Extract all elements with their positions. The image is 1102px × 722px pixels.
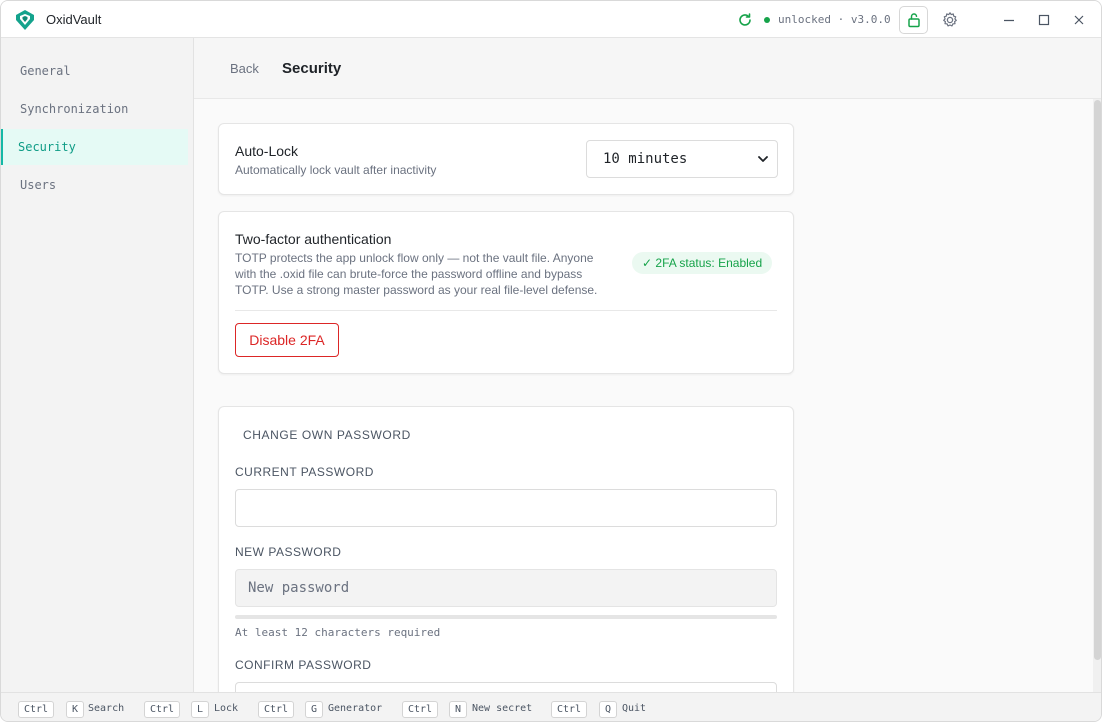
app-title: OxidVault: [46, 12, 102, 27]
shortcut-key: L: [191, 701, 210, 718]
shortcut-bar: Ctrl K Search Ctrl L Lock Ctrl G Generat…: [1, 692, 1101, 721]
settings-sidebar: General Synchronization Security Users: [1, 38, 194, 692]
new-password-label: NEW PASSWORD: [235, 545, 342, 559]
shortcut-key: G: [305, 701, 324, 718]
change-password-card: CHANGE OWN PASSWORD CURRENT PASSWORD NEW…: [218, 406, 794, 692]
gear-icon[interactable]: [941, 11, 959, 29]
refresh-icon[interactable]: [737, 12, 753, 28]
page-header: Back Security: [194, 38, 1101, 99]
shortcut-label-lock: Lock: [214, 703, 239, 714]
current-password-label: CURRENT PASSWORD: [235, 465, 374, 479]
twofa-description: TOTP protects the app unlock flow only —…: [235, 251, 598, 297]
close-icon[interactable]: [1072, 13, 1086, 27]
back-button[interactable]: Back: [230, 61, 259, 76]
sidebar-item-security[interactable]: Security: [1, 129, 188, 165]
shortcut-key: N: [449, 701, 468, 718]
vault-status: unlocked · v3.0.0: [778, 13, 891, 26]
new-password-input[interactable]: [235, 569, 777, 607]
shortcut-label-search: Search: [88, 703, 125, 714]
change-password-heading: CHANGE OWN PASSWORD: [243, 428, 411, 442]
lock-vault-button[interactable]: [899, 6, 928, 34]
shortcut-key: Ctrl: [18, 701, 55, 718]
twofa-title: Two-factor authentication: [235, 231, 392, 247]
autolock-subtitle: Automatically lock vault after inactivit…: [235, 163, 437, 177]
minimize-icon[interactable]: [1002, 13, 1016, 27]
autolock-selected-value: 10 minutes: [603, 151, 688, 167]
title-bar: OxidVault unlocked · v3.0.0: [1, 1, 1101, 38]
current-password-input[interactable]: [235, 489, 777, 527]
shortcut-label-new-secret: New secret: [472, 703, 533, 714]
password-strength-bar: [235, 615, 777, 619]
status-dot-icon: [764, 17, 770, 23]
sidebar-item-general[interactable]: General: [1, 53, 188, 89]
app-window: OxidVault unlocked · v3.0.0 General Sync…: [0, 0, 1102, 722]
shortcut-key: Q: [599, 701, 618, 718]
shortcut-key: Ctrl: [402, 701, 439, 718]
shortcut-key: Ctrl: [258, 701, 295, 718]
sidebar-item-users[interactable]: Users: [1, 167, 188, 203]
shortcut-label-generator: Generator: [328, 703, 383, 714]
password-hint: At least 12 characters required: [235, 626, 441, 639]
scrollbar-thumb[interactable]: [1094, 100, 1101, 660]
twofa-status-badge: ✓ 2FA status: Enabled: [632, 252, 773, 274]
disable-2fa-button[interactable]: Disable 2FA: [235, 323, 339, 357]
shortcut-key: Ctrl: [144, 701, 181, 718]
shortcut-key: K: [66, 701, 85, 718]
main-content: Back Security Auto-Lock Automatically lo…: [194, 38, 1101, 692]
autolock-title: Auto-Lock: [235, 143, 299, 159]
maximize-icon[interactable]: [1037, 13, 1051, 27]
chevron-down-icon: [758, 156, 768, 162]
unlock-icon: [907, 13, 920, 28]
autolock-select[interactable]: 10 minutes: [586, 140, 778, 178]
sidebar-item-synchronization[interactable]: Synchronization: [1, 91, 188, 127]
confirm-password-input[interactable]: [235, 682, 777, 692]
shortcut-key: Ctrl: [551, 701, 588, 718]
card-divider: [235, 310, 777, 311]
oxidvault-logo-icon: [16, 10, 34, 30]
twofa-card: Two-factor authentication TOTP protects …: [218, 211, 794, 374]
confirm-password-label: CONFIRM PASSWORD: [235, 658, 372, 672]
page-title: Security: [282, 60, 342, 77]
autolock-card: Auto-Lock Automatically lock vault after…: [218, 123, 794, 195]
shortcut-label-quit: Quit: [622, 703, 647, 714]
